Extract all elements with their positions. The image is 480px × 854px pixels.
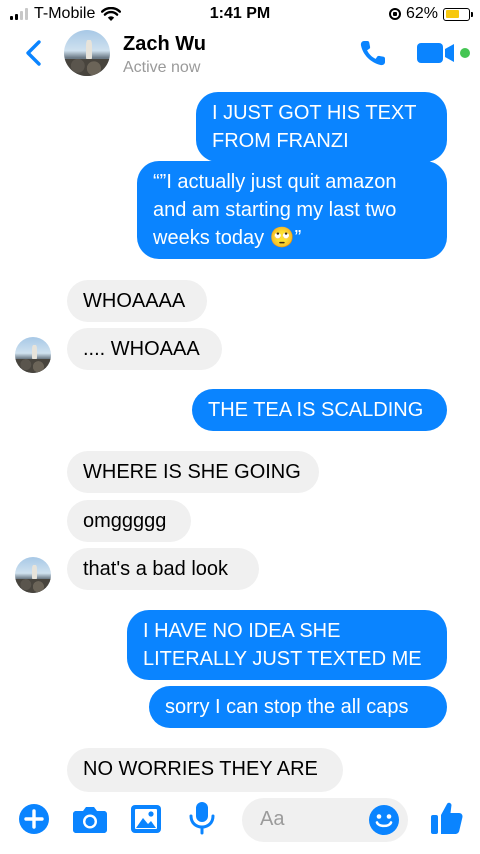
message-bubble-sent[interactable]: I HAVE NO IDEA SHE LITERALLY JUST TEXTED…	[127, 610, 447, 680]
message-bubble-received[interactable]: NO WORRIES THEY ARE	[67, 748, 343, 792]
composer-bar: Aa	[0, 790, 480, 854]
message-bubble-sent[interactable]: I JUST GOT HIS TEXT FROM FRANZI	[196, 92, 447, 162]
microphone-icon[interactable]	[188, 800, 216, 836]
contact-status: Active now	[123, 59, 201, 76]
battery-icon	[443, 7, 473, 21]
avatar[interactable]	[15, 337, 51, 373]
contact-name[interactable]: Zach Wu	[123, 33, 206, 56]
camera-icon[interactable]	[72, 804, 108, 834]
message-bubble-sent[interactable]: THE TEA IS SCALDING	[192, 389, 447, 431]
orientation-lock-icon	[388, 8, 401, 20]
message-bubble-sent[interactable]: “”I actually just quit amazon and am sta…	[137, 161, 447, 259]
video-camera-icon[interactable]	[416, 40, 472, 66]
image-icon[interactable]	[130, 804, 162, 834]
message-bubble-received[interactable]: omggggg	[67, 500, 191, 542]
battery-percent: 62%	[405, 5, 438, 22]
status-bar: T-Mobile 1:41 PM 62%	[0, 0, 480, 28]
avatar[interactable]	[64, 30, 110, 76]
thumbs-up-icon[interactable]	[430, 800, 464, 836]
message-bubble-received[interactable]: WHOAAAA	[67, 280, 207, 322]
message-bubble-received[interactable]: that's a bad look	[67, 548, 259, 590]
message-bubble-received[interactable]: .... WHOAAA	[67, 328, 222, 370]
conversation-header: Zach Wu Active now	[0, 28, 480, 84]
plus-icon[interactable]	[18, 803, 50, 835]
message-bubble-sent[interactable]: sorry I can stop the all caps	[149, 686, 447, 728]
battery-fill	[445, 10, 460, 18]
message-input-placeholder: Aa	[260, 808, 285, 830]
emoji-icon[interactable]	[368, 804, 400, 836]
avatar[interactable]	[15, 557, 51, 593]
active-dot-icon	[460, 48, 470, 58]
message-bubble-received[interactable]: WHERE IS SHE GOING	[67, 451, 319, 493]
back-chevron-icon[interactable]	[20, 36, 48, 70]
status-right: 62%	[388, 5, 473, 23]
phone-icon[interactable]	[358, 38, 388, 68]
